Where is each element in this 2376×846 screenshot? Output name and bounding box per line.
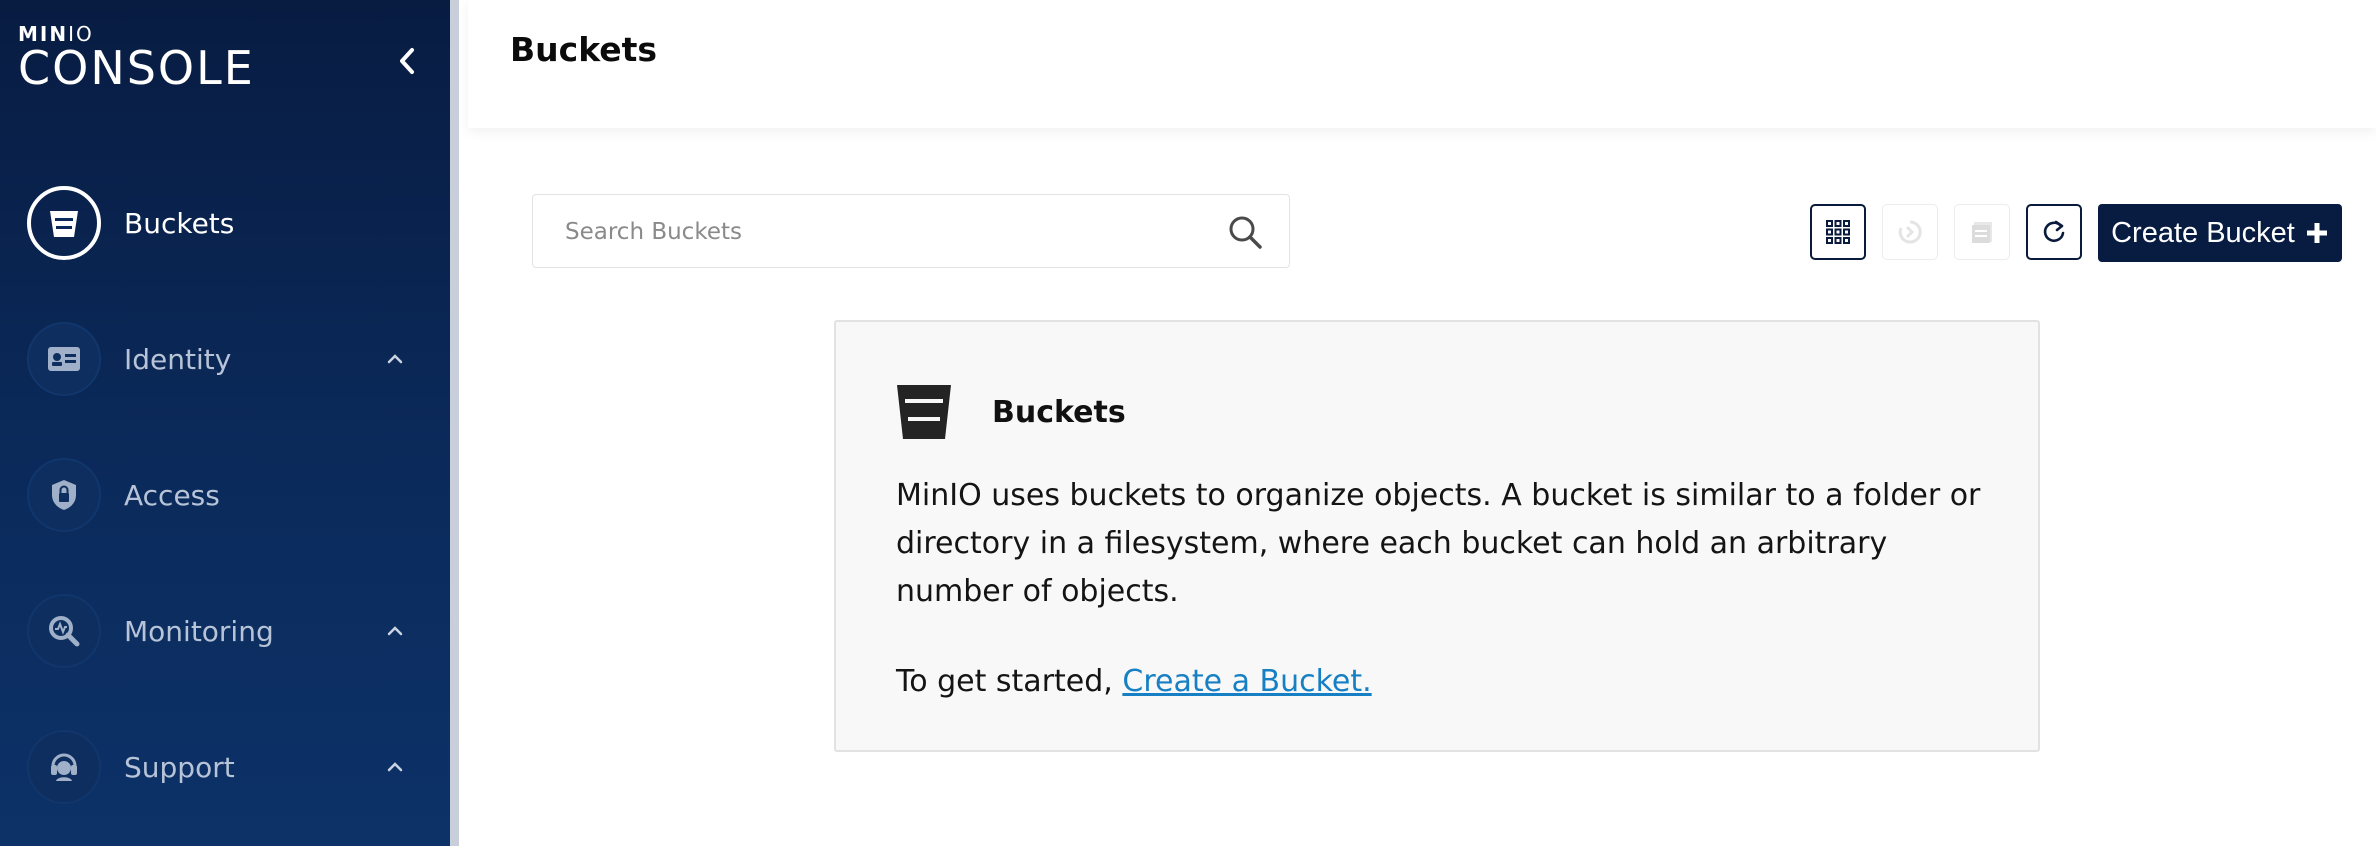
rewind-button[interactable]: [1882, 204, 1938, 260]
refresh-button[interactable]: [2026, 204, 2082, 260]
id-card-icon: [27, 322, 101, 396]
sidebar-item-label: Identity: [124, 342, 232, 376]
monitoring-icon: [27, 594, 101, 668]
multi-delete-button[interactable]: [1954, 204, 2010, 260]
multi-delete-icon: [1972, 222, 1992, 243]
rewind-icon: [1898, 220, 1922, 244]
bucket-icon: [897, 385, 951, 439]
card-title: Buckets: [992, 395, 1126, 430]
card-cta: To get started, Create a Bucket.: [896, 664, 1372, 699]
page-title: Buckets: [510, 30, 658, 69]
grid-view-icon: [1826, 220, 1850, 244]
create-bucket-label: Create Bucket: [2111, 216, 2295, 249]
refresh-icon: [2043, 220, 2065, 243]
lock-shield-icon: [27, 458, 101, 532]
search-input[interactable]: [563, 195, 1207, 269]
sidebar-item-label: Monitoring: [124, 614, 274, 648]
sidebar-item-access[interactable]: Access: [0, 450, 450, 540]
chevron-left-icon: [400, 48, 414, 74]
sidebar-item-support[interactable]: Support: [0, 722, 450, 812]
support-icon: [27, 730, 101, 804]
minio-console-logo[interactable]: MINIO CONSOLE: [18, 24, 255, 92]
cta-prefix: To get started,: [896, 664, 1113, 699]
buckets-info-card: Buckets MinIO uses buckets to organize o…: [834, 320, 2040, 752]
chevron-up-icon[interactable]: [383, 347, 407, 371]
bucket-icon: [27, 186, 101, 260]
grid-view-button[interactable]: [1810, 204, 1866, 260]
sidebar: MINIO CONSOLE Buckets Identity Access Mo…: [0, 0, 459, 846]
chevron-up-icon[interactable]: [383, 619, 407, 643]
create-bucket-link[interactable]: Create a Bucket.: [1122, 664, 1371, 699]
card-description: MinIO uses buckets to organize objects. …: [896, 478, 1981, 609]
logo-wordmark-main: CONSOLE: [18, 41, 255, 95]
sidebar-item-buckets[interactable]: Buckets: [0, 178, 450, 268]
chevron-up-icon[interactable]: [383, 755, 407, 779]
sidebar-item-identity[interactable]: Identity: [0, 314, 450, 404]
create-bucket-button[interactable]: Create Bucket: [2098, 204, 2342, 262]
plus-icon: [2306, 223, 2327, 243]
collapse-sidebar-button[interactable]: [390, 44, 424, 78]
search-box[interactable]: [532, 194, 1290, 269]
sidebar-item-label: Buckets: [124, 206, 235, 240]
sidebar-item-monitoring[interactable]: Monitoring: [0, 586, 450, 676]
sidebar-item-label: Support: [124, 750, 235, 784]
sidebar-item-label: Access: [124, 478, 220, 512]
search-icon[interactable]: [1227, 214, 1263, 250]
page-header: Buckets: [468, 0, 2376, 128]
